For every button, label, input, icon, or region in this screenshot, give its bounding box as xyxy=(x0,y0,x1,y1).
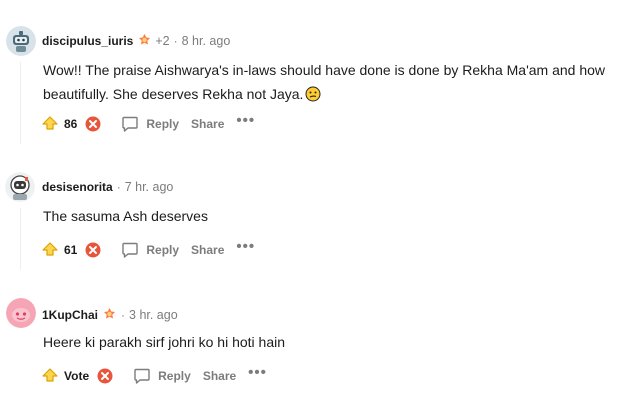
thread-line[interactable] xyxy=(20,62,21,144)
share-button[interactable]: Share xyxy=(191,117,224,131)
award-flair-icon xyxy=(137,33,152,48)
vote-label: Vote xyxy=(64,369,90,383)
reply-button[interactable]: Reply xyxy=(133,367,191,385)
comment-meta: 1KupChai · 3 hr. ago xyxy=(42,307,178,322)
upvote-icon[interactable] xyxy=(42,241,58,259)
more-options-button[interactable]: ••• xyxy=(236,113,255,128)
comment-meta: desisenorita · 7 hr. ago xyxy=(42,180,173,194)
reply-bubble-icon xyxy=(122,116,139,132)
downvote-icon[interactable] xyxy=(85,116,101,132)
comment-meta: discipulus_iuris +2 · 8 hr. ago xyxy=(42,33,230,48)
comment-actions: Vote Reply Share ••• xyxy=(42,365,267,385)
timestamp[interactable]: 3 hr. ago xyxy=(129,308,178,322)
timestamp[interactable]: 7 hr. ago xyxy=(125,180,174,194)
reply-label: Reply xyxy=(146,117,180,131)
comment-actions: 61 Reply Share ••• xyxy=(42,239,255,259)
more-options-button[interactable]: ••• xyxy=(236,239,255,254)
separator-dot: · xyxy=(173,33,178,48)
more-options-button[interactable]: ••• xyxy=(248,365,267,380)
comment-text: The sasuma Ash deserves xyxy=(43,208,208,224)
comment-actions: 86 Reply Share ••• xyxy=(42,113,255,133)
reply-bubble-icon xyxy=(134,368,150,384)
username[interactable]: 1KupChai xyxy=(42,308,98,322)
award-flair-icon xyxy=(102,307,117,322)
share-button[interactable]: Share xyxy=(203,369,236,383)
separator-dot: · xyxy=(116,180,121,194)
comment-text: Wow!! The praise Aishwarya's in-laws sho… xyxy=(43,62,606,102)
vote-score: 86 xyxy=(64,117,78,131)
comment-body: Heere ki parakh sirf johri ko hi hoti ha… xyxy=(43,330,628,354)
pink-snoo-avatar-icon[interactable] xyxy=(6,298,36,328)
comment-body: The sasuma Ash deserves xyxy=(43,204,628,228)
astronaut-avatar-icon[interactable] xyxy=(5,172,35,202)
reply-button[interactable]: Reply xyxy=(121,241,179,259)
robot-avatar-icon[interactable] xyxy=(6,26,36,56)
reply-button[interactable]: Reply xyxy=(121,115,179,133)
vote-score: 61 xyxy=(64,243,78,257)
username[interactable]: desisenorita xyxy=(42,180,113,194)
upvote-icon[interactable] xyxy=(42,115,58,133)
thread-line[interactable] xyxy=(20,208,21,270)
share-button[interactable]: Share xyxy=(191,243,224,257)
reply-label: Reply xyxy=(158,369,191,383)
downvote-icon[interactable] xyxy=(97,368,113,384)
upvote-icon[interactable] xyxy=(42,367,58,385)
separator-dot: · xyxy=(121,307,126,322)
reply-bubble-icon xyxy=(122,242,139,258)
comment-body: Wow!! The praise Aishwarya's in-laws sho… xyxy=(43,58,628,109)
downvote-icon[interactable] xyxy=(85,242,101,258)
username[interactable]: discipulus_iuris xyxy=(42,34,133,48)
confused-emoji-icon xyxy=(305,85,321,109)
reply-label: Reply xyxy=(146,243,180,257)
timestamp[interactable]: 8 hr. ago xyxy=(182,34,231,48)
award-count: +2 xyxy=(155,33,170,48)
comment-text: Heere ki parakh sirf johri ko hi hoti ha… xyxy=(43,334,286,350)
